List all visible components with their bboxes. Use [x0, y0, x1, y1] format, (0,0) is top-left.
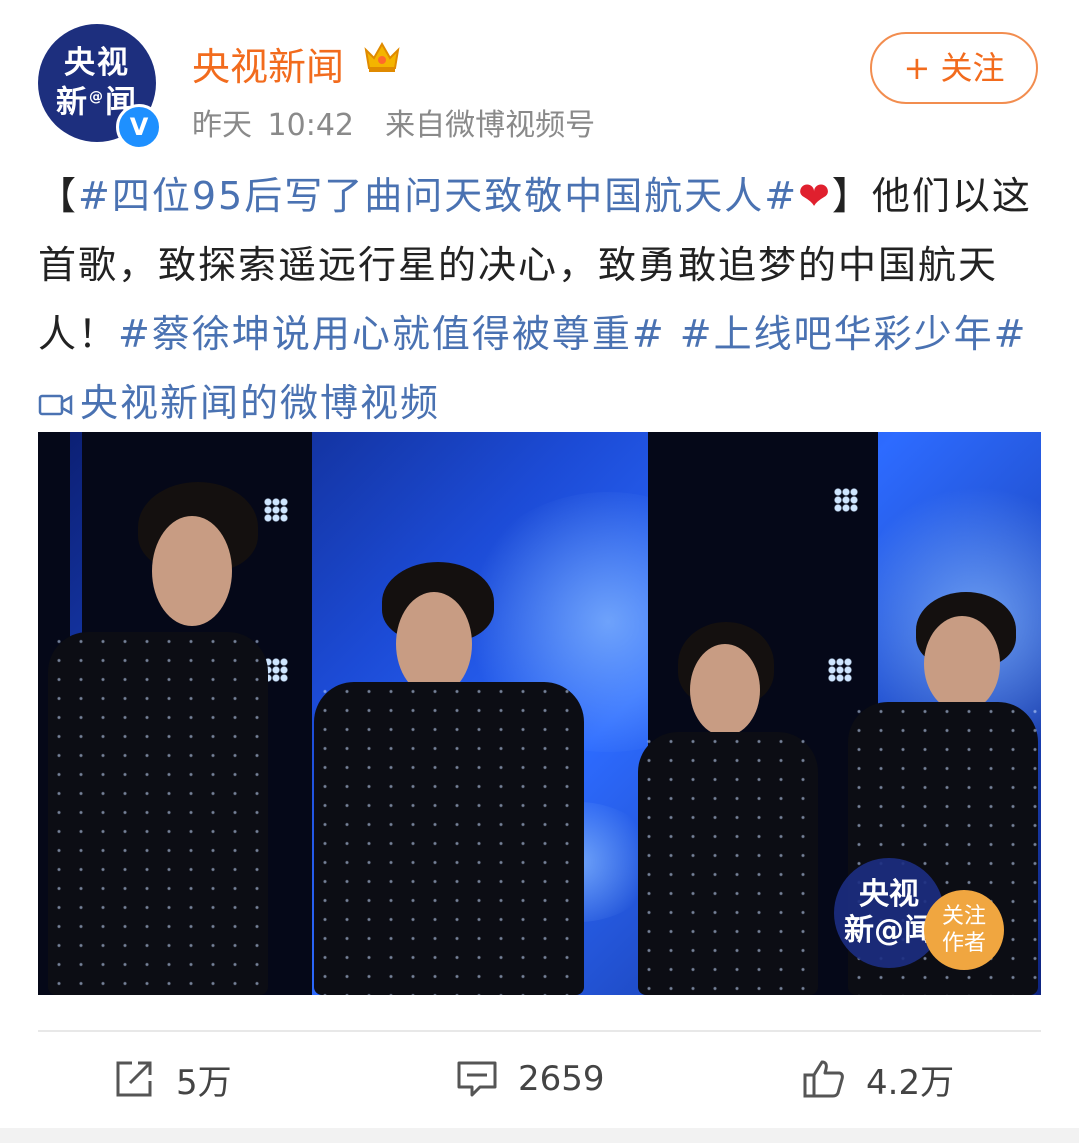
action-bar: 5万 2659 4.2万 — [0, 1040, 1079, 1120]
thumbs-up-icon — [803, 1060, 844, 1098]
bracket-close: 】 — [831, 174, 872, 218]
post-text: 【#四位95后写了曲问天致敬中国航天人#❤】他们以这首歌，致探索遥远行星的决心，… — [38, 162, 1038, 438]
video-link[interactable]: 央视新闻的微博视频 — [38, 381, 440, 425]
share-icon — [116, 1061, 152, 1097]
author-name[interactable]: 央视新闻 — [192, 36, 344, 91]
avatar-line1: 央视 — [64, 45, 130, 82]
comment-icon — [457, 1061, 497, 1097]
video-camera-icon — [38, 394, 73, 416]
video-link-label: 央视新闻的微博视频 — [80, 381, 441, 425]
like-button[interactable]: 4.2万 — [802, 1054, 954, 1104]
performer — [48, 482, 268, 995]
bracket-open: 【 — [38, 174, 79, 218]
heart-emoji-icon: ❤ — [798, 174, 832, 218]
performer — [638, 622, 818, 995]
post-timestamp: 昨天 10:42 — [192, 108, 354, 143]
hashtag-link[interactable]: #蔡徐坤说用心就值得被尊重# — [118, 312, 666, 356]
crown-icon — [362, 38, 402, 83]
hashtag-link[interactable]: #上线吧华彩少年# — [680, 312, 1028, 356]
stage-light-icon — [834, 488, 858, 512]
follow-button[interactable]: + 关注 — [870, 32, 1038, 104]
comment-count: 2659 — [518, 1059, 605, 1099]
post-source[interactable]: 来自微博视频号 — [385, 108, 595, 143]
video-player[interactable]: 央视 新@闻 关注 作者 — [38, 432, 1041, 995]
verified-badge-icon: V — [116, 104, 162, 150]
bottom-separator — [0, 1128, 1079, 1143]
comment-button[interactable]: 2659 — [456, 1054, 605, 1104]
performer — [314, 562, 584, 995]
repost-button[interactable]: 5万 — [114, 1054, 232, 1104]
hashtag-link[interactable]: #四位95后写了曲问天致敬中国航天人# — [78, 174, 798, 218]
repost-count: 5万 — [176, 1062, 232, 1103]
post-meta: 昨天 10:42 来自微博视频号 — [192, 100, 595, 144]
follow-author-badge[interactable]: 关注 作者 — [924, 890, 1004, 970]
like-count: 4.2万 — [866, 1062, 955, 1103]
divider — [38, 1030, 1041, 1032]
post-header: 央视 新@闻 V 央视新闻 昨天 10:42 来自微博视频号 + 关注 — [0, 0, 1079, 150]
